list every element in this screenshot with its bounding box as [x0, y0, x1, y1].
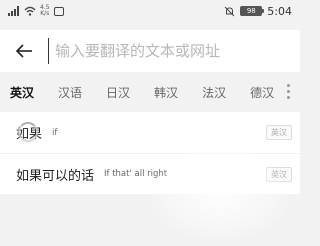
status-bar-right: 98 5:04: [224, 5, 292, 18]
suggestion-word: 如果可以的话: [16, 168, 95, 184]
suggestion-meaning: if: [52, 127, 58, 138]
language-tabs: 英汉 汉语 日汉 韩汉 法汉 德汉: [0, 76, 300, 108]
tab-ko-zh[interactable]: 韩汉: [154, 84, 178, 101]
tab-ja-zh[interactable]: 日汉: [106, 84, 130, 101]
suggestion-lang-badge: 英汉: [266, 166, 292, 182]
back-button[interactable]: [0, 30, 48, 72]
tab-en-zh[interactable]: 英汉: [10, 84, 34, 101]
suggestion-item[interactable]: 如果 if 英汉: [0, 112, 300, 153]
wifi-icon: [24, 6, 36, 16]
battery-icon: 98: [240, 6, 265, 16]
clock: 5:04: [267, 4, 292, 18]
suggestion-lang-badge: 英汉: [266, 125, 292, 140]
arrow-left-icon: [15, 44, 32, 58]
suggestion-list: 如果 if 英汉 如果可以的话 If that' all right 英汉: [0, 112, 300, 194]
search-bar: [0, 30, 300, 72]
tab-fr-zh[interactable]: 法汉: [202, 84, 226, 101]
network-speed: 4.5 K/s: [40, 5, 50, 17]
loading-spinner-icon: [18, 122, 38, 142]
status-bar-left: 4.5 K/s: [8, 5, 64, 17]
suggestion-meaning: If that' all right: [104, 169, 168, 179]
status-bar: 4.5 K/s 98 5:04: [0, 0, 300, 22]
tab-chinese[interactable]: 汉语: [58, 84, 82, 101]
more-languages-icon[interactable]: [287, 84, 290, 99]
bell-off-icon: [224, 6, 235, 16]
tab-de-zh[interactable]: 德汉: [250, 84, 274, 101]
signal-icon: [8, 6, 19, 16]
suggestion-item[interactable]: 如果可以的话 If that' all right 英汉: [0, 153, 300, 194]
translate-input[interactable]: [48, 38, 300, 64]
network-speed-unit: K/s: [40, 10, 50, 17]
message-icon: [53, 6, 64, 16]
